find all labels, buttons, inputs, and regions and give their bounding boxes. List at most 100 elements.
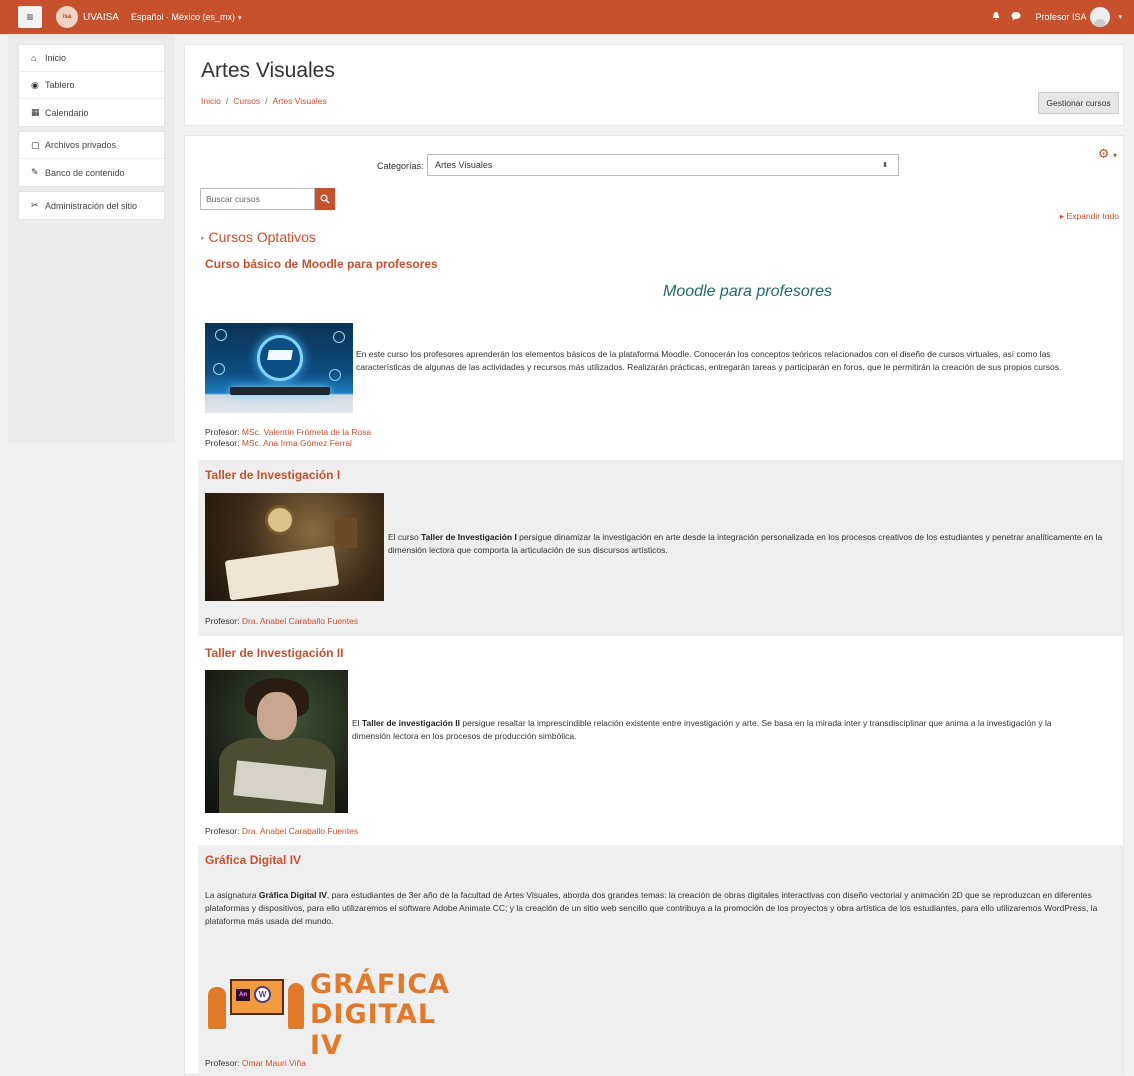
category-select-value: Artes Visuales — [435, 160, 493, 170]
chevron-down-icon[interactable]: ▾ — [1118, 13, 1122, 21]
teacher-link[interactable]: MSc. Ana Irma Gómez Ferral — [242, 438, 352, 448]
logo-text: isa — [62, 14, 72, 20]
breadcrumb-artes-visuales[interactable]: Artes Visuales — [273, 96, 327, 106]
teacher-row: Profesor: MSc. Valentín Frómeta de la Ro… — [205, 427, 371, 438]
sidebar-item-label: Inicio — [45, 53, 67, 63]
grafica-digital-logo[interactable]: An W GRÁFICA DIGITAL IV — [206, 969, 449, 1061]
search-button[interactable] — [315, 188, 335, 210]
summary-text: , para estudiantes de 3er año de la facu… — [205, 890, 1098, 926]
course-heading-moodle: Moodle para profesores — [663, 283, 832, 300]
user-name[interactable]: Profesor ISA — [1035, 12, 1086, 22]
course-image-investigacion-2[interactable] — [205, 670, 348, 813]
select-arrows-icon: ⬍ — [882, 162, 888, 169]
sidebar-item-administracion[interactable]: ✂ Administración del sitio — [19, 192, 164, 219]
expand-all-link[interactable]: ▸ Expandir todo — [1060, 211, 1119, 222]
teacher-link[interactable]: MSc. Valentín Frómeta de la Rosa — [242, 427, 371, 437]
sidebar-item-tablero[interactable]: ◉ Tablero — [19, 72, 164, 99]
calendar-icon: ▦ — [31, 107, 40, 117]
category-label: Categorías: — [377, 161, 424, 171]
teacher-link[interactable]: Omar Mauri Viña — [242, 1058, 306, 1068]
sidebar-item-inicio[interactable]: ⌂ Inicio — [19, 45, 164, 72]
language-menu[interactable]: Español · México (es_mx) ▾ — [131, 12, 242, 22]
course-title[interactable]: Gráfica Digital IV — [205, 853, 301, 867]
summary-bold: Taller de investigación II — [361, 718, 461, 728]
category-heading-label: Cursos Optativos — [208, 229, 316, 245]
expand-triangle-icon: ▸ — [201, 235, 205, 243]
sidebar-item-banco-de-contenido[interactable]: ✎ Banco de contenido — [19, 159, 164, 186]
page-header: Artes Visuales Inicio / Cursos / Artes Visua… — [184, 44, 1124, 126]
course-summary: La asignatura Gráfica Digital IV, para e… — [205, 889, 1105, 928]
search-input[interactable]: Buscar cursos — [200, 188, 315, 210]
teacher-link[interactable]: Dra. Anabel Caraballo Fuentes — [242, 616, 358, 626]
site-logo[interactable]: isa — [56, 6, 78, 28]
page-title: Artes Visuales — [201, 59, 335, 82]
course-image-investigacion-1[interactable] — [205, 493, 384, 601]
sidebar-item-label: Banco de contenido — [45, 167, 125, 178]
bell-icon[interactable] — [991, 11, 1001, 24]
sidebar-item-label: Calendario — [45, 107, 89, 118]
course-item: Taller de Investigación II El Taller de … — [198, 640, 1123, 836]
course-title[interactable]: Curso básico de Moodle para profesores — [205, 257, 438, 271]
search-icon — [320, 194, 330, 204]
teacher-label: Profesor: — [205, 616, 240, 626]
course-title[interactable]: Taller de Investigación I — [205, 468, 340, 482]
sidebar-item-label: Tablero — [45, 80, 75, 90]
teacher-label: Profesor: — [205, 1058, 240, 1068]
sidebar-item-label: Administración del sitio — [45, 200, 138, 211]
course-summary: En este curso los profesores aprenderán … — [356, 349, 1062, 372]
chevron-down-icon: ▾ — [237, 15, 242, 22]
summary-text: El — [352, 718, 362, 728]
course-title[interactable]: Taller de Investigación II — [205, 646, 344, 660]
logo-text-line1: GRÁFICA — [310, 969, 451, 1000]
breadcrumb-inicio[interactable]: Inicio — [201, 96, 221, 106]
breadcrumb-cursos[interactable]: Cursos — [233, 96, 260, 106]
file-icon: ▢ — [31, 139, 40, 150]
chat-icon[interactable] — [1011, 11, 1021, 24]
animate-icon: An — [236, 989, 250, 1001]
drawer-group-main: ⌂ Inicio ◉ Tablero ▦ Calendario — [18, 44, 165, 127]
logo-text-line2: DIGITAL IV — [310, 999, 437, 1061]
wordpress-icon: W — [254, 986, 271, 1003]
course-summary: El Taller de investigación II persigue r… — [352, 717, 1092, 743]
course-teachers: Profesor: MSc. Valentín Frómeta de la Ro… — [205, 427, 371, 449]
teacher-label: Profesor: — [205, 438, 240, 448]
summary-text: La asignatura — [205, 890, 259, 900]
chevron-down-icon: ▾ — [1112, 151, 1117, 160]
avatar[interactable] — [1090, 7, 1111, 27]
wrench-icon: ✂ — [31, 200, 39, 210]
manage-courses-button[interactable]: Gestionar cursos — [1038, 92, 1119, 114]
category-heading[interactable]: ▸ Cursos Optativos — [201, 229, 316, 245]
teacher-link[interactable]: Dra. Anabel Caraballo Fuentes — [242, 826, 358, 836]
teacher-row: Profesor: MSc. Ana Irma Gómez Ferral — [205, 438, 371, 449]
course-category-card: ⚙ ▾ Categorías: Artes Visuales ⬍ Buscar … — [184, 135, 1124, 1076]
top-navbar: ≡ isa UVAISA Español · México (es_mx) ▾ P… — [0, 0, 1134, 34]
course-teachers: Profesor: Dra. Anabel Caraballo Fuentes — [205, 826, 358, 837]
home-icon: ⌂ — [31, 53, 37, 63]
drawer-group-files: ▢ Archivos privados ✎ Banco de contenido — [18, 131, 165, 187]
course-teachers: Profesor: Omar Mauri Viña — [205, 1058, 306, 1069]
course-teachers: Profesor: Dra. Anabel Caraballo Fuentes — [205, 616, 358, 627]
teacher-label: Profesor: — [205, 826, 240, 836]
hamburger-icon[interactable]: ≡ — [18, 6, 42, 28]
course-item: Taller de Investigación I El curso Talle… — [198, 460, 1123, 636]
summary-bold: Gráfica Digital IV — [258, 890, 327, 900]
sidebar-item-archivos-privados[interactable]: ▢ Archivos privados — [19, 132, 164, 159]
language-label: Español · México (es_mx) — [130, 12, 235, 22]
course-item: Gráfica Digital IV La asignatura Gráfica… — [198, 845, 1123, 1076]
gear-glyph: ⚙ — [1097, 146, 1110, 161]
brush-icon: ✎ — [31, 167, 39, 177]
sidebar-item-calendario[interactable]: ▦ Calendario — [19, 99, 164, 126]
course-image-moodle[interactable] — [205, 323, 353, 413]
summary-bold: Taller de Investigación I — [421, 532, 517, 542]
site-name[interactable]: UVAISA — [83, 12, 119, 23]
sidebar-item-label: Archivos privados — [45, 140, 117, 150]
person-figure — [208, 987, 226, 1029]
nav-drawer: ⌂ Inicio ◉ Tablero ▦ Calendario ▢ Archivos p… — [8, 34, 175, 443]
course-summary: El curso Taller de Investigación I persi… — [388, 531, 1108, 557]
person-figure — [288, 983, 304, 1029]
dashboard-icon: ◉ — [31, 79, 39, 90]
category-select[interactable]: Artes Visuales ⬍ — [427, 154, 899, 176]
teacher-label: Profesor: — [205, 427, 240, 437]
breadcrumb: Inicio / Cursos / Artes Visuales — [201, 96, 327, 106]
gear-icon[interactable]: ⚙ ▾ — [1098, 146, 1117, 162]
